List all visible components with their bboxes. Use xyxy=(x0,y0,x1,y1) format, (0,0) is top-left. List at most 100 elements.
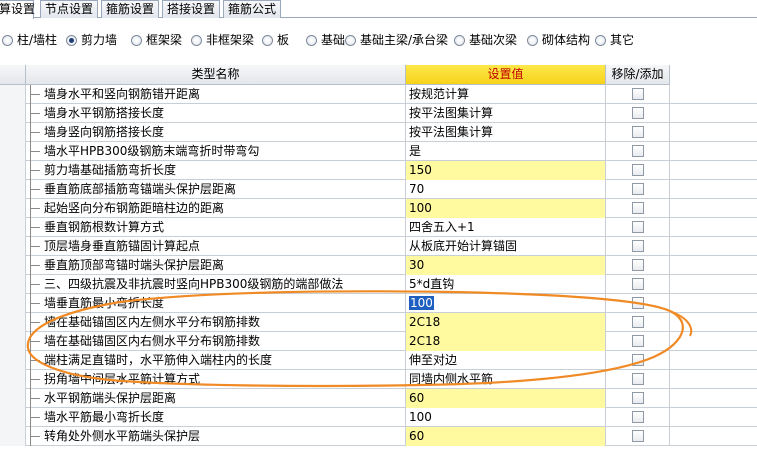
setting-value-cell[interactable]: 四舍五入+1 xyxy=(406,218,606,237)
remove-add-checkbox[interactable] xyxy=(632,107,644,119)
remove-add-checkbox[interactable] xyxy=(632,297,644,309)
row-header-cell[interactable] xyxy=(0,351,26,370)
setting-value-cell[interactable]: 按平法图集计算 xyxy=(406,123,606,142)
row-header-cell[interactable] xyxy=(0,180,26,199)
table-row[interactable]: 拐角墙中间层水平筋计算方式 同墙内侧水平筋 xyxy=(0,370,757,389)
table-row[interactable]: 墙在基础锚固区内右侧水平分布钢筋排数 2C18 xyxy=(0,332,757,351)
setting-value-cell[interactable]: 5*d直钩 xyxy=(406,275,606,294)
radio-option-5[interactable]: 基础 xyxy=(306,30,345,50)
row-header-cell[interactable] xyxy=(0,332,26,351)
table-row[interactable]: 墙水平HPB300级钢筋末端弯折时带弯勾是 xyxy=(0,142,757,161)
row-header-cell[interactable] xyxy=(0,370,26,389)
remove-add-checkbox[interactable] xyxy=(632,183,644,195)
row-header-cell[interactable] xyxy=(0,256,26,275)
remove-add-checkbox[interactable] xyxy=(632,335,644,347)
remove-add-checkbox[interactable] xyxy=(632,373,644,385)
table-row[interactable]: 垂直筋顶部弯锚时端头保护层距离 30 xyxy=(0,256,757,275)
row-header-cell[interactable] xyxy=(0,294,26,313)
setting-value-cell[interactable]: 同墙内侧水平筋 xyxy=(406,370,606,389)
setting-value-cell[interactable]: 按平法图集计算 xyxy=(406,104,606,123)
radio-option-2[interactable]: 框架梁 xyxy=(131,30,182,50)
table-row[interactable]: 墙在基础锚固区内左侧水平分布钢筋排数 2C18 xyxy=(0,313,757,332)
setting-value-cell[interactable]: 150 xyxy=(406,161,606,180)
table-row[interactable]: 顶层墙身垂直筋锚固计算起点 从板底开始计算锚固 xyxy=(0,237,757,256)
remove-add-checkbox[interactable] xyxy=(632,430,644,442)
radio-button-icon[interactable] xyxy=(2,35,13,46)
radio-option-7[interactable]: 基础次梁 xyxy=(454,30,517,50)
header-setting-value[interactable]: 设置值 xyxy=(406,65,606,85)
row-header-cell[interactable] xyxy=(0,313,26,332)
row-header-cell[interactable] xyxy=(0,408,26,427)
table-row[interactable]: 墙垂直筋最小弯折长度 100 xyxy=(0,294,757,313)
radio-option-8[interactable]: 砌体结构 xyxy=(527,30,590,50)
radio-option-6[interactable]: 基础主梁/承台梁 xyxy=(345,30,448,50)
remove-add-checkbox[interactable] xyxy=(632,259,644,271)
table-row[interactable]: 水平钢筋端头保护层距离 60 xyxy=(0,389,757,408)
setting-value-cell[interactable]: 2C18 xyxy=(406,332,606,351)
remove-add-checkbox[interactable] xyxy=(632,411,644,423)
setting-value-cell[interactable]: 70 xyxy=(406,180,606,199)
remove-add-checkbox[interactable] xyxy=(632,278,644,290)
radio-button-icon[interactable] xyxy=(66,35,77,46)
table-row[interactable]: 剪力墙基础插筋弯折长度 150 xyxy=(0,161,757,180)
row-header-cell[interactable] xyxy=(0,123,26,142)
row-header-cell[interactable] xyxy=(0,218,26,237)
setting-value-cell[interactable]: 60 xyxy=(406,427,606,446)
remove-add-checkbox[interactable] xyxy=(632,240,644,252)
setting-value-cell[interactable]: 60 xyxy=(406,389,606,408)
tab-3[interactable]: 搭接设置 xyxy=(162,0,220,18)
setting-value-cell[interactable]: 100 xyxy=(406,199,606,218)
remove-add-checkbox[interactable] xyxy=(632,392,644,404)
table-row[interactable]: 垂直筋底部插筋弯锚端头保护层距离 70 xyxy=(0,180,757,199)
setting-value-cell[interactable]: 从板底开始计算锚固 xyxy=(406,237,606,256)
radio-button-icon[interactable] xyxy=(306,35,317,46)
header-type-name[interactable]: 类型名称 xyxy=(26,65,406,85)
table-row[interactable]: 起始竖向分布钢筋距暗柱边的距离 100 xyxy=(0,199,757,218)
radio-option-1[interactable]: 剪力墙 xyxy=(66,30,117,50)
table-row[interactable]: 墙身水平和竖向钢筋错开距离 按规范计算 xyxy=(0,85,757,104)
table-row[interactable]: 转角处外侧水平筋端头保护层 60 xyxy=(0,427,757,446)
radio-option-3[interactable]: 非框架梁 xyxy=(191,30,254,50)
radio-option-4[interactable]: 板 xyxy=(262,30,289,50)
table-row[interactable]: 端柱满足直锚时，水平筋伸入端柱内的长度 伸至对边 xyxy=(0,351,757,370)
setting-value-cell[interactable]: 按规范计算 xyxy=(406,85,606,104)
radio-button-icon[interactable] xyxy=(527,35,538,46)
setting-value-cell[interactable]: 是 xyxy=(406,142,606,161)
remove-add-checkbox[interactable] xyxy=(632,145,644,157)
remove-add-checkbox[interactable] xyxy=(632,88,644,100)
row-header-cell[interactable] xyxy=(0,275,26,294)
tab-0[interactable]: 算设置 xyxy=(0,0,35,19)
header-remove-add[interactable]: 移除/添加 xyxy=(606,65,670,85)
tab-2[interactable]: 箍筋设置 xyxy=(101,0,159,18)
radio-option-0[interactable]: 柱/墙柱 xyxy=(2,30,57,50)
table-row[interactable]: 墙水平筋最小弯折长度 100 xyxy=(0,408,757,427)
row-header-cell[interactable] xyxy=(0,85,26,104)
table-row[interactable]: 墙身水平钢筋搭接长度 按平法图集计算 xyxy=(0,104,757,123)
radio-button-icon[interactable] xyxy=(595,35,606,46)
setting-value-cell[interactable]: 100 xyxy=(406,294,606,313)
setting-value-cell[interactable]: 30 xyxy=(406,256,606,275)
setting-value-cell[interactable]: 伸至对边 xyxy=(406,351,606,370)
radio-button-icon[interactable] xyxy=(262,35,273,46)
tab-4[interactable]: 箍筋公式 xyxy=(223,0,281,18)
tab-1[interactable]: 节点设置 xyxy=(40,0,98,18)
row-header-cell[interactable] xyxy=(0,237,26,256)
row-header-cell[interactable] xyxy=(0,142,26,161)
radio-button-icon[interactable] xyxy=(345,35,356,46)
table-row[interactable]: 垂直钢筋根数计算方式 四舍五入+1 xyxy=(0,218,757,237)
remove-add-checkbox[interactable] xyxy=(632,202,644,214)
setting-value-cell[interactable]: 100 xyxy=(406,408,606,427)
remove-add-checkbox[interactable] xyxy=(632,164,644,176)
row-header-cell[interactable] xyxy=(0,199,26,218)
remove-add-checkbox[interactable] xyxy=(632,221,644,233)
row-header-cell[interactable] xyxy=(0,427,26,446)
remove-add-checkbox[interactable] xyxy=(632,126,644,138)
row-header-cell[interactable] xyxy=(0,389,26,408)
table-row[interactable]: 三、四级抗震及非抗震时竖向HPB300级钢筋的端部做法 5*d直钩 xyxy=(0,275,757,294)
radio-button-icon[interactable] xyxy=(454,35,465,46)
remove-add-checkbox[interactable] xyxy=(632,316,644,328)
remove-add-checkbox[interactable] xyxy=(632,354,644,366)
row-header-cell[interactable] xyxy=(0,161,26,180)
radio-button-icon[interactable] xyxy=(191,35,202,46)
radio-option-9[interactable]: 其它 xyxy=(595,30,634,50)
